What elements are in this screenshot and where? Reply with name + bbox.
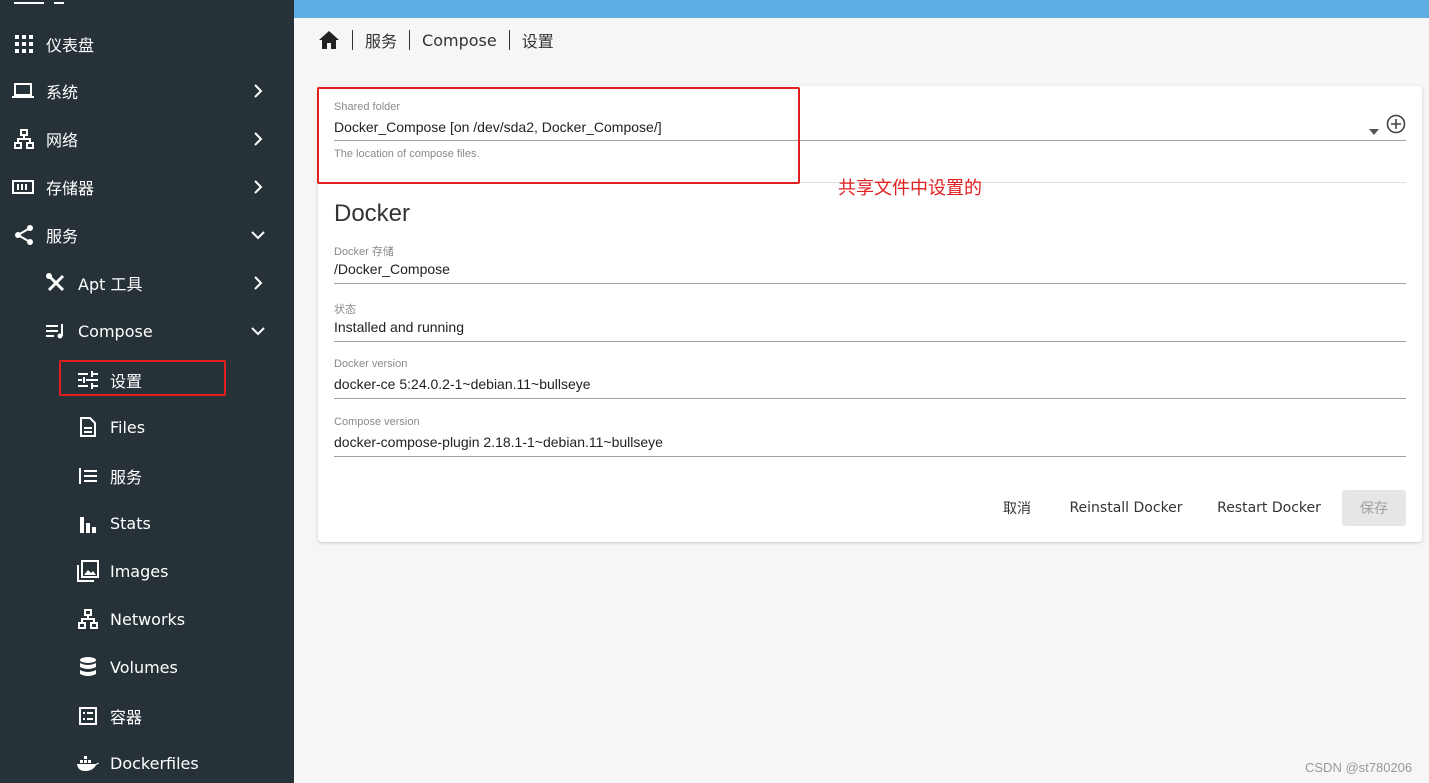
file-icon xyxy=(77,416,99,438)
chevron-right-icon xyxy=(254,180,263,194)
watermark: CSDN @st780206 xyxy=(1305,760,1413,775)
sidebar-item-label: 仪表盘 xyxy=(46,36,95,55)
sidebar-item-label: 存储器 xyxy=(46,179,95,198)
breadcrumb-item-services[interactable]: 服务 xyxy=(365,28,397,52)
field-underline xyxy=(334,283,1406,284)
chevron-down-icon xyxy=(251,327,265,336)
sidebar-item-stats[interactable]: Stats xyxy=(0,501,294,545)
sidebar-item-label: 系统 xyxy=(46,83,79,102)
sidebar-item-label: Images xyxy=(110,561,169,581)
sidebar-item-dashboard[interactable]: 仪表盘 xyxy=(0,22,294,66)
image-icon xyxy=(77,560,99,582)
docker-storage-value: /Docker_Compose xyxy=(334,261,450,277)
chevron-right-icon xyxy=(254,84,263,98)
bar-chart-icon xyxy=(77,512,99,534)
database-icon xyxy=(77,656,99,678)
sidebar-item-label: 服务 xyxy=(46,227,79,246)
compose-icon xyxy=(45,320,67,342)
sidebar-item-compose[interactable]: Compose xyxy=(0,309,294,353)
sidebar-item-storage[interactable]: 存储器 xyxy=(0,165,294,209)
breadcrumb: 服务 Compose 设置 xyxy=(318,28,554,52)
sidebar-item-label: 网络 xyxy=(46,131,79,150)
network-icon xyxy=(77,608,99,630)
sidebar-item-containers[interactable]: 容器 xyxy=(0,694,294,738)
status-value: Installed and running xyxy=(334,319,464,335)
dropdown-arrow-icon[interactable] xyxy=(1369,122,1379,140)
field-underline xyxy=(334,398,1406,399)
sidebar-item-files[interactable]: Files xyxy=(0,405,294,449)
top-app-bar xyxy=(294,0,1429,18)
annotation-highlight-box xyxy=(317,87,800,184)
annotation-highlight-box xyxy=(59,360,226,396)
restart-docker-button[interactable]: Restart Docker xyxy=(1208,490,1330,526)
add-circle-icon[interactable] xyxy=(1386,114,1406,139)
sidebar-item-label: Networks xyxy=(110,609,186,629)
docker-version-value: docker-ce 5:24.0.2-1~debian.11~bullseye xyxy=(334,376,591,392)
compose-version-label: Compose version xyxy=(334,416,420,428)
top-cut-decoration xyxy=(54,0,64,4)
sidebar-item-system[interactable]: 系统 xyxy=(0,69,294,113)
sidebar-item-label: Dockerfiles xyxy=(110,753,199,773)
cancel-button[interactable]: 取消 xyxy=(992,490,1042,526)
tools-icon xyxy=(45,272,67,294)
reinstall-docker-button[interactable]: Reinstall Docker xyxy=(1062,490,1190,526)
list-icon xyxy=(77,465,99,487)
breadcrumb-separator xyxy=(352,30,353,50)
docker-icon xyxy=(77,752,99,774)
sidebar-item-networks[interactable]: Networks xyxy=(0,597,294,641)
sidebar-item-apt-tools[interactable]: Apt 工具 xyxy=(0,261,294,305)
breadcrumb-item-settings: 设置 xyxy=(521,32,554,51)
docker-storage-label: Docker 存储 xyxy=(334,246,394,258)
sidebar-item-network[interactable]: 网络 xyxy=(0,117,294,161)
sidebar-item-label: Stats xyxy=(110,513,151,533)
network-icon xyxy=(13,128,35,150)
sidebar-item-label: 服务 xyxy=(110,468,143,487)
sidebar-item-label: Volumes xyxy=(110,657,178,677)
compose-version-value: docker-compose-plugin 2.18.1-1~debian.11… xyxy=(334,434,663,450)
field-underline xyxy=(334,456,1406,457)
sidebar-item-label: Apt 工具 xyxy=(78,275,143,294)
sidebar-item-volumes[interactable]: Volumes xyxy=(0,645,294,689)
sidebar-item-label: 容器 xyxy=(110,708,143,727)
breadcrumb-item-compose[interactable]: Compose xyxy=(422,31,497,50)
storage-icon xyxy=(12,176,34,198)
docker-version-label: Docker version xyxy=(334,358,408,370)
share-icon xyxy=(13,224,35,246)
field-underline xyxy=(334,341,1406,342)
sidebar-item-dockerfiles[interactable]: Dockerfiles xyxy=(0,741,294,783)
apps-grid-icon xyxy=(13,33,35,55)
chevron-right-icon xyxy=(254,132,263,146)
annotation-text: 共享文件中设置的 xyxy=(838,178,982,199)
sidebar-item-service-list[interactable]: 服务 xyxy=(0,454,294,498)
list-box-icon xyxy=(77,705,99,727)
sidebar-item-label: Compose xyxy=(78,321,153,341)
breadcrumb-separator xyxy=(508,30,510,50)
breadcrumb-separator xyxy=(409,30,411,50)
save-button[interactable]: 保存 xyxy=(1342,490,1406,526)
sidebar-item-label: Files xyxy=(110,417,146,437)
docker-section-title: Docker xyxy=(334,200,411,227)
chevron-down-icon xyxy=(251,231,265,240)
home-icon[interactable] xyxy=(318,30,340,50)
laptop-icon xyxy=(12,80,34,102)
top-cut-decoration xyxy=(14,0,44,4)
status-label: 状态 xyxy=(334,304,356,316)
sidebar-item-images[interactable]: Images xyxy=(0,549,294,593)
chevron-right-icon xyxy=(254,276,263,290)
sidebar-item-services[interactable]: 服务 xyxy=(0,213,294,257)
